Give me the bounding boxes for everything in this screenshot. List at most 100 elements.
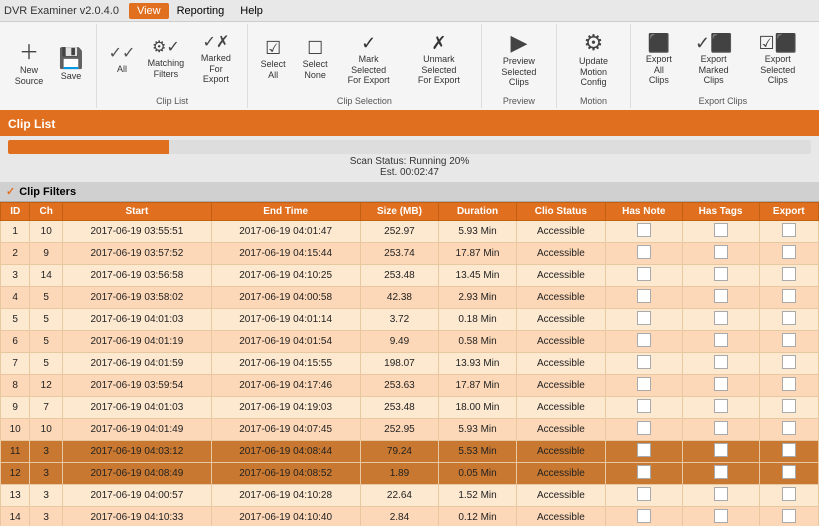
checkbox[interactable] bbox=[637, 465, 651, 479]
checkbox[interactable] bbox=[637, 289, 651, 303]
checkbox[interactable] bbox=[782, 289, 796, 303]
col-ch[interactable]: Ch bbox=[30, 203, 63, 221]
checkbox[interactable] bbox=[782, 267, 796, 281]
cell-has-note[interactable] bbox=[606, 243, 682, 265]
col-status[interactable]: Clio Status bbox=[516, 203, 605, 221]
checkbox[interactable] bbox=[714, 465, 728, 479]
cell-has-tags[interactable] bbox=[682, 265, 759, 287]
checkbox[interactable] bbox=[714, 355, 728, 369]
cell-has-tags[interactable] bbox=[682, 331, 759, 353]
checkbox[interactable] bbox=[714, 509, 728, 523]
cell-has-tags[interactable] bbox=[682, 485, 759, 507]
cell-has-tags[interactable] bbox=[682, 375, 759, 397]
table-row[interactable]: 7 5 2017-06-19 04:01:59 2017-06-19 04:15… bbox=[1, 353, 819, 375]
checkbox[interactable] bbox=[782, 355, 796, 369]
checkbox[interactable] bbox=[637, 399, 651, 413]
cell-has-note[interactable] bbox=[606, 221, 682, 243]
cell-export[interactable] bbox=[759, 419, 818, 441]
cell-export[interactable] bbox=[759, 309, 818, 331]
checkbox[interactable] bbox=[637, 223, 651, 237]
cell-export[interactable] bbox=[759, 463, 818, 485]
checkbox[interactable] bbox=[782, 443, 796, 457]
checkbox[interactable] bbox=[714, 443, 728, 457]
mark-selected-button[interactable]: ✓ Mark SelectedFor Export bbox=[336, 28, 401, 93]
save-button[interactable]: 💾 Save bbox=[50, 33, 92, 98]
table-row[interactable]: 10 10 2017-06-19 04:01:49 2017-06-19 04:… bbox=[1, 419, 819, 441]
cell-export[interactable] bbox=[759, 507, 818, 526]
checkbox[interactable] bbox=[782, 487, 796, 501]
cell-has-note[interactable] bbox=[606, 331, 682, 353]
checkbox[interactable] bbox=[637, 245, 651, 259]
checkbox[interactable] bbox=[714, 333, 728, 347]
col-id[interactable]: ID bbox=[1, 203, 30, 221]
table-row[interactable]: 4 5 2017-06-19 03:58:02 2017-06-19 04:00… bbox=[1, 287, 819, 309]
matching-filters-button[interactable]: ⚙✓ MatchingFilters bbox=[143, 28, 189, 93]
table-row[interactable]: 8 12 2017-06-19 03:59:54 2017-06-19 04:1… bbox=[1, 375, 819, 397]
cell-has-note[interactable] bbox=[606, 463, 682, 485]
checkbox[interactable] bbox=[714, 267, 728, 281]
export-marked-button[interactable]: ✓⬛ ExportMarked Clips bbox=[683, 28, 745, 93]
checkbox[interactable] bbox=[782, 421, 796, 435]
checkbox[interactable] bbox=[637, 355, 651, 369]
checkbox[interactable] bbox=[714, 377, 728, 391]
table-row[interactable]: 1 10 2017-06-19 03:55:51 2017-06-19 04:0… bbox=[1, 221, 819, 243]
cell-has-note[interactable] bbox=[606, 309, 682, 331]
table-row[interactable]: 14 3 2017-06-19 04:10:33 2017-06-19 04:1… bbox=[1, 507, 819, 526]
preview-clips-button[interactable]: ▶ PreviewSelected Clips bbox=[486, 28, 553, 93]
table-row[interactable]: 11 3 2017-06-19 04:03:12 2017-06-19 04:0… bbox=[1, 441, 819, 463]
checkbox[interactable] bbox=[782, 377, 796, 391]
table-row[interactable]: 13 3 2017-06-19 04:00:57 2017-06-19 04:1… bbox=[1, 485, 819, 507]
select-none-button[interactable]: ☐ SelectNone bbox=[294, 28, 336, 93]
checkbox[interactable] bbox=[637, 487, 651, 501]
checkbox[interactable] bbox=[637, 267, 651, 281]
checkbox[interactable] bbox=[782, 399, 796, 413]
col-duration[interactable]: Duration bbox=[439, 203, 516, 221]
cell-export[interactable] bbox=[759, 485, 818, 507]
table-row[interactable]: 3 14 2017-06-19 03:56:58 2017-06-19 04:1… bbox=[1, 265, 819, 287]
cell-export[interactable] bbox=[759, 265, 818, 287]
checkbox[interactable] bbox=[714, 245, 728, 259]
cell-export[interactable] bbox=[759, 331, 818, 353]
col-has-tags[interactable]: Has Tags bbox=[682, 203, 759, 221]
checkbox[interactable] bbox=[637, 377, 651, 391]
new-source-button[interactable]: ＋ NewSource bbox=[8, 33, 50, 98]
cell-export[interactable] bbox=[759, 353, 818, 375]
menu-reporting[interactable]: Reporting bbox=[169, 3, 233, 19]
export-all-button[interactable]: ⬛ Export AllClips bbox=[635, 28, 683, 93]
select-all-button[interactable]: ☑ SelectAll bbox=[252, 28, 294, 93]
col-start[interactable]: Start bbox=[63, 203, 212, 221]
cell-has-note[interactable] bbox=[606, 287, 682, 309]
cell-has-tags[interactable] bbox=[682, 309, 759, 331]
checkbox[interactable] bbox=[782, 311, 796, 325]
cell-has-note[interactable] bbox=[606, 265, 682, 287]
cell-export[interactable] bbox=[759, 375, 818, 397]
export-selected-button[interactable]: ☑⬛ ExportSelected Clips bbox=[745, 28, 811, 93]
cell-export[interactable] bbox=[759, 287, 818, 309]
checkbox[interactable] bbox=[714, 487, 728, 501]
checkbox[interactable] bbox=[637, 421, 651, 435]
checkbox[interactable] bbox=[714, 399, 728, 413]
unmark-selected-button[interactable]: ✗ Unmark SelectedFor Export bbox=[401, 28, 477, 93]
cell-has-note[interactable] bbox=[606, 375, 682, 397]
all-button[interactable]: ✓✓ All bbox=[101, 28, 143, 93]
checkbox[interactable] bbox=[714, 289, 728, 303]
cell-has-tags[interactable] bbox=[682, 507, 759, 526]
update-motion-button[interactable]: ⚙ UpdateMotion Config bbox=[561, 28, 626, 93]
cell-has-note[interactable] bbox=[606, 507, 682, 526]
col-export[interactable]: Export bbox=[759, 203, 818, 221]
checkbox[interactable] bbox=[782, 509, 796, 523]
cell-export[interactable] bbox=[759, 221, 818, 243]
cell-export[interactable] bbox=[759, 243, 818, 265]
checkbox[interactable] bbox=[782, 333, 796, 347]
col-has-note[interactable]: Has Note bbox=[606, 203, 682, 221]
menu-view[interactable]: View bbox=[129, 3, 169, 19]
cell-has-note[interactable] bbox=[606, 353, 682, 375]
table-row[interactable]: 12 3 2017-06-19 04:08:49 2017-06-19 04:0… bbox=[1, 463, 819, 485]
cell-has-tags[interactable] bbox=[682, 463, 759, 485]
cell-has-note[interactable] bbox=[606, 485, 682, 507]
checkbox[interactable] bbox=[714, 311, 728, 325]
cell-has-tags[interactable] bbox=[682, 287, 759, 309]
checkbox[interactable] bbox=[782, 245, 796, 259]
checkbox[interactable] bbox=[637, 311, 651, 325]
cell-has-tags[interactable] bbox=[682, 441, 759, 463]
